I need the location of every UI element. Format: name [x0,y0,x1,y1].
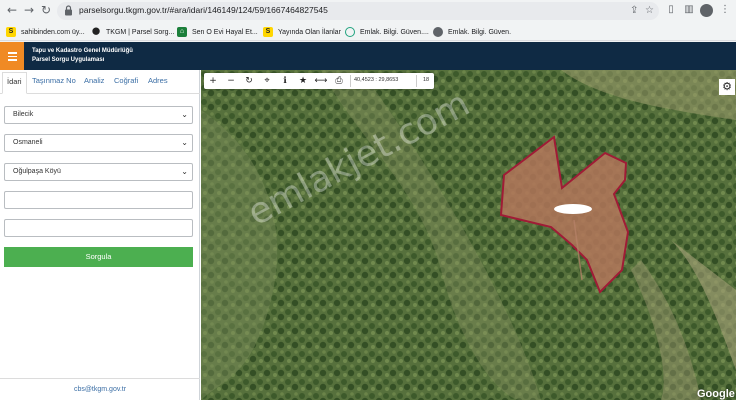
google-logo: Google [697,388,735,400]
hamburger-menu-icon[interactable] [0,42,24,70]
forward-icon[interactable]: → [22,3,36,17]
measure-icon[interactable]: ⟷ [314,74,328,88]
bookmark-item[interactable]: ⌂ Sen O Evi Hayal Et... [177,25,258,39]
bookmark-label: Yayında Olan İlanlar [278,28,341,36]
zoom-out-icon[interactable]: − [224,74,238,88]
tab-cografi[interactable]: Coğrafi [114,76,138,85]
share-icon[interactable]: ⇪ [630,5,638,16]
province-value: Bilecik [13,111,34,118]
app-header: Tapu ve Kadastro Genel Müdürlüğü Parsel … [0,42,736,70]
bookmark-label: TKGM | Parsel Sorg... [106,28,175,36]
footer-email-link[interactable]: cbs@tkgm.gov.tr [0,378,200,400]
refresh-icon[interactable]: ↻ [242,74,256,88]
tab-analiz[interactable]: Analiz [84,76,104,85]
neighborhood-value: Oğulpaşa Köyü [13,168,61,175]
settings-gear-icon[interactable]: ⚙ [719,79,735,95]
query-tabs: İdari Taşınmaz No Analiz Coğrafi Adres [0,72,200,94]
omnibox[interactable]: parselsorgu.tkgm.gov.tr/#ara/idari/14614… [57,2,659,20]
map-pin-icon: ⬤ [92,28,100,35]
coordinate-readout: 40,4523 : 29,8653 [354,77,399,83]
block-number-input[interactable] [4,191,193,209]
bookmark-label: Sen O Evi Hayal Et... [192,28,258,36]
favorite-star-icon[interactable]: ★ [296,74,310,88]
sahibinden-icon: S [6,27,16,37]
url-text[interactable]: parselsorgu.tkgm.gov.tr/#ara/idari/14614… [79,5,328,15]
bookmark-item[interactable]: Emlak. Bilgi. Güven. [433,25,511,39]
browser-chrome: ← → ↻ parselsorgu.tkgm.gov.tr/#ara/idari… [0,0,736,42]
bookmark-label: Emlak. Bilgi. Güven. [448,28,512,36]
app-title: Tapu ve Kadastro Genel Müdürlüğü Parsel … [32,47,133,65]
address-bar-row: ← → ↻ parselsorgu.tkgm.gov.tr/#ara/idari… [0,0,736,22]
chevron-down-icon: ⌄ [181,110,188,119]
extensions-icon[interactable]: ▯ [664,3,678,17]
tab-adres[interactable]: Adres [148,76,168,85]
star-icon[interactable]: ☆ [645,5,654,16]
sidebar-panel-icon[interactable]: ▥ [682,3,696,17]
locate-icon[interactable]: ⌖ [260,74,274,88]
globe-icon [433,27,443,37]
chevron-down-icon: ⌄ [181,167,188,176]
map-toolbar: + − ↻ ⌖ ℹ ★ ⟷ ⎙ 40,4523 : 29,8653 18 [204,73,434,89]
info-icon[interactable]: ℹ [278,74,292,88]
zoom-in-icon[interactable]: + [206,74,220,88]
parcel-label-marker [554,204,592,214]
reload-icon[interactable]: ↻ [39,3,53,17]
tab-tasinmaz-no[interactable]: Taşınmaz No [32,76,76,85]
satellite-map[interactable]: emlakjet.com + − ↻ ⌖ ℹ ★ ⟷ ⎙ 40,4523 : 2… [201,70,736,400]
house-icon: ⌂ [177,27,187,37]
parcel-number-input[interactable] [4,219,193,237]
bookmark-item[interactable]: ⬤ TKGM | Parsel Sorg... [91,25,174,39]
province-select[interactable]: Bilecik ⌄ [4,106,193,124]
tab-idari[interactable]: İdari [2,72,27,94]
lock-icon [65,5,72,16]
bookmark-item[interactable]: S sahibinden.com üy... [6,25,85,39]
sahibinden-icon: S [263,27,273,37]
zoom-level: 18 [423,77,430,83]
district-select[interactable]: Osmaneli ⌄ [4,134,193,152]
emlakjet-icon [345,27,355,37]
bookmarks-bar: S sahibinden.com üy... ⬤ TKGM | Parsel S… [0,22,736,41]
bookmark-item[interactable]: Emlak. Bilgi. Güven.... [345,25,429,39]
bookmark-item[interactable]: S Yayında Olan İlanlar [263,25,341,39]
app-title-line1: Tapu ve Kadastro Genel Müdürlüğü [32,48,133,54]
menu-kebab-icon[interactable]: ⋮ [718,3,732,17]
app-title-line2: Parsel Sorgu Uygulaması [32,57,105,63]
query-sidebar: İdari Taşınmaz No Analiz Coğrafi Adres B… [0,70,200,400]
bookmark-label: sahibinden.com üy... [21,28,85,36]
back-icon[interactable]: ← [5,3,19,17]
district-value: Osmaneli [13,139,43,146]
bookmark-label: Emlak. Bilgi. Güven.... [360,28,429,36]
profile-avatar-icon[interactable] [700,4,713,17]
print-icon[interactable]: ⎙ [332,74,346,88]
chevron-down-icon: ⌄ [181,138,188,147]
neighborhood-select[interactable]: Oğulpaşa Köyü ⌄ [4,163,193,181]
query-submit-button[interactable]: Sorgula [4,247,193,267]
